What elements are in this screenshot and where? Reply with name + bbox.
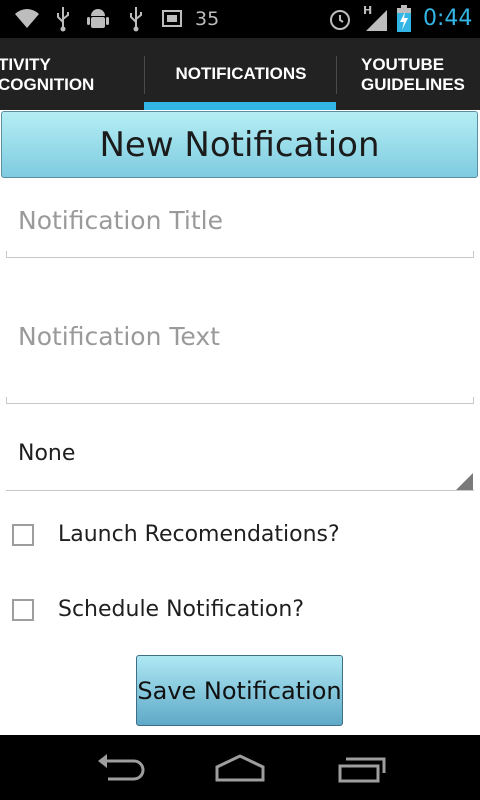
schedule-notification-checkbox[interactable] [12,599,34,621]
tab-selected-indicator [144,102,336,110]
signal-icon [366,10,387,31]
tab-activity-recognition[interactable]: TIVITY COGNITION [0,55,138,95]
notification-text-placeholder: Notification Text [18,322,220,351]
notification-count: 35 [195,8,220,30]
tab-label-line2: COGNITION [0,75,95,94]
tab-strip: TIVITY COGNITION NOTIFICATIONS YOUTUBE G… [0,38,480,110]
back-icon[interactable] [90,747,150,787]
tab-label-line2: GUIDELINES [361,75,465,94]
tab-notifications[interactable]: NOTIFICATIONS [146,38,336,110]
new-notification-button[interactable]: New Notification [1,111,478,178]
home-icon[interactable] [210,747,270,787]
schedule-notification-checkbox-row[interactable]: Schedule Notification? [12,591,432,631]
wifi-icon [15,9,39,28]
clock: 0:44 [423,6,473,31]
field-underline [6,251,474,258]
spinner-underline [6,490,474,491]
launch-recommendations-label: Launch Recomendations? [58,522,340,547]
spinner-dropdown-icon [456,473,473,490]
alarm-icon [330,10,350,30]
recommendation-spinner[interactable]: None [6,430,474,491]
schedule-notification-label: Schedule Notification? [58,597,304,622]
notification-title-field[interactable]: Notification Title [6,190,474,258]
notification-title-placeholder: Notification Title [18,206,223,235]
tab-label-line1: TIVITY [0,55,51,74]
field-underline [6,397,474,404]
recent-apps-icon[interactable] [332,747,392,787]
launch-recommendations-checkbox-row[interactable]: Launch Recomendations? [12,516,432,556]
tab-divider [144,56,145,94]
save-notification-button[interactable]: Save Notification [136,655,343,726]
android-debug-icon [87,9,109,28]
tab-label-line1: YOUTUBE [361,55,445,74]
usb-icon [130,7,142,32]
notification-text-field[interactable]: Notification Text [6,300,474,404]
spinner-selected-value: None [18,441,76,466]
tab-label: NOTIFICATIONS [175,64,307,83]
battery-charging-icon [397,5,411,32]
usb-icon [57,7,69,32]
navigation-bar [0,735,480,800]
tab-divider [336,56,337,94]
status-bar: 35 H 0:44 [0,0,480,38]
screenshot-icon [162,10,182,27]
tab-youtube-guidelines[interactable]: YOUTUBE GUIDELINES [361,55,480,95]
launch-recommendations-checkbox[interactable] [12,524,34,546]
